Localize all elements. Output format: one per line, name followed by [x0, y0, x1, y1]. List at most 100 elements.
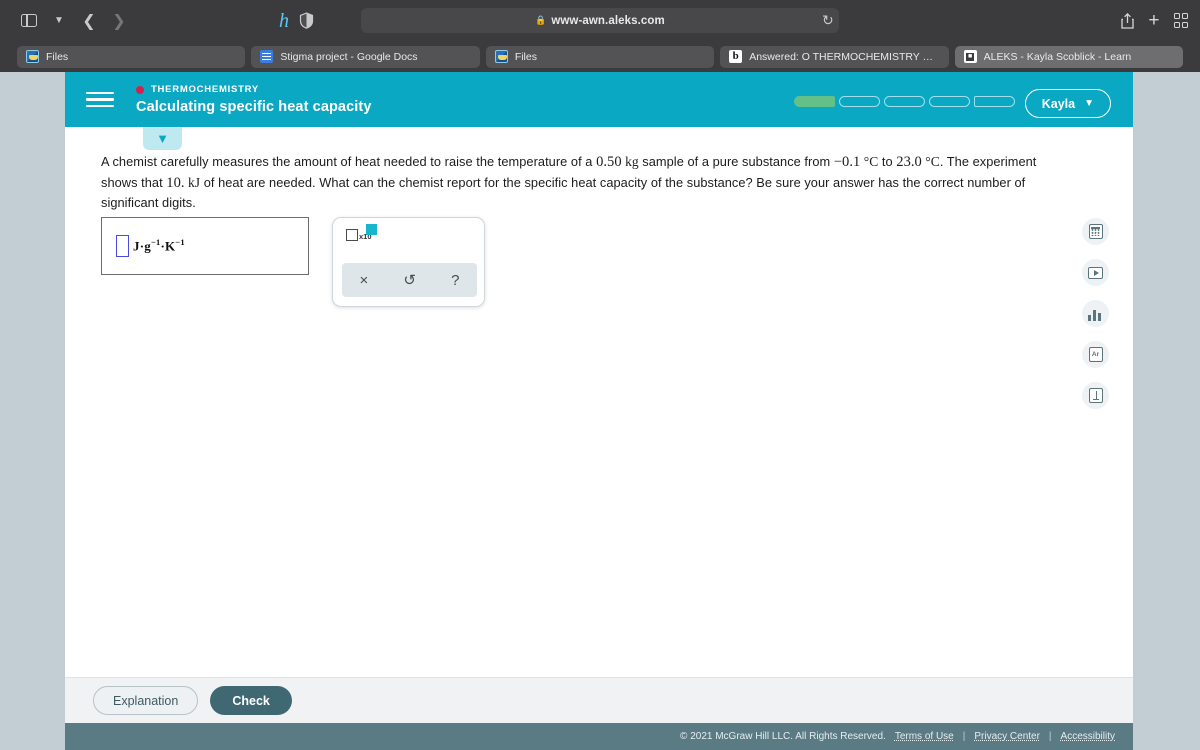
- question-text: A chemist carefully measures the amount …: [101, 152, 1061, 214]
- video-tool-button[interactable]: [1082, 259, 1109, 286]
- share-icon[interactable]: [1121, 12, 1135, 29]
- hamburger-menu-icon[interactable]: [86, 86, 114, 114]
- question-heat-unit: kJ: [188, 174, 201, 190]
- lock-icon: 🔒: [535, 15, 547, 25]
- question-heat-value: 10.: [166, 174, 185, 191]
- privacy-center-link[interactable]: Privacy Center: [974, 731, 1040, 742]
- footer-bar: © 2021 McGraw Hill LLC. All Rights Reser…: [65, 723, 1133, 750]
- chevron-down-icon: ▼: [156, 131, 169, 146]
- browser-toolbar: ▼ ❮ ❯ h 🔒 www-awn.aleks.com ↻ +: [0, 0, 1200, 41]
- video-player-icon: [1088, 266, 1103, 279]
- aleks-document: THERMOCHEMISTRY Calculating specific hea…: [65, 72, 1133, 750]
- unit-base: J·g: [133, 238, 151, 254]
- tab-title: Files: [46, 50, 69, 63]
- new-tab-icon[interactable]: +: [1148, 11, 1159, 30]
- browser-chrome: ▼ ❮ ❯ h 🔒 www-awn.aleks.com ↻ + Files St…: [0, 0, 1200, 72]
- reference-book-icon: [1088, 388, 1103, 403]
- question-temp-unit-2: °C: [925, 154, 940, 169]
- question-temp-start: −0.1: [833, 154, 861, 170]
- accessibility-link[interactable]: Accessibility: [1061, 731, 1115, 742]
- answer-input-field[interactable]: [116, 235, 129, 257]
- action-bar: Explanation Check: [65, 677, 1133, 723]
- shield-privacy-icon[interactable]: [299, 12, 314, 29]
- question-mass-unit: kg: [625, 154, 639, 169]
- calculator-tool-button[interactable]: [1082, 218, 1109, 245]
- aleks-header: THERMOCHEMISTRY Calculating specific hea…: [65, 72, 1133, 127]
- browser-tab-brainly[interactable]: b Answered: O THERMOCHEMISTRY Cal...: [720, 45, 949, 68]
- aleks-icon: ■: [963, 50, 977, 63]
- progress-segment: [974, 96, 1015, 107]
- page-viewport: THERMOCHEMISTRY Calculating specific hea…: [0, 72, 1200, 750]
- clear-button[interactable]: ×: [360, 273, 369, 288]
- answer-area: J·g−1·K−1 x10 × ↺ ?: [101, 217, 485, 307]
- help-button[interactable]: ?: [451, 273, 459, 288]
- scientific-notation-button[interactable]: x10: [346, 224, 377, 241]
- reference-tool-button[interactable]: [1082, 382, 1109, 409]
- browser-tab-aleks[interactable]: ■ ALEKS - Kayla Scoblick - Learn: [954, 45, 1184, 68]
- terms-of-use-link[interactable]: Terms of Use: [895, 731, 954, 742]
- check-button[interactable]: Check: [210, 686, 292, 715]
- header-titles: THERMOCHEMISTRY Calculating specific hea…: [136, 84, 372, 115]
- collapse-header-button[interactable]: ▼: [143, 127, 182, 150]
- sidebar-toggle-icon[interactable]: [14, 8, 44, 34]
- unit-exponent-2: −1: [175, 237, 185, 248]
- browser-tab-files-1[interactable]: Files: [17, 45, 246, 68]
- question-temp-unit-1: °C: [863, 154, 879, 169]
- data-tool-button[interactable]: [1082, 300, 1109, 327]
- topic-label: THERMOCHEMISTRY: [136, 84, 372, 95]
- periodic-table-tool-button[interactable]: Ar: [1082, 341, 1109, 368]
- tab-title: ALEKS - Kayla Scoblick - Learn: [983, 50, 1132, 63]
- hypothesis-extension-icon[interactable]: h: [279, 11, 289, 31]
- topic-text: THERMOCHEMISTRY: [151, 84, 260, 95]
- question-part-1: A chemist carefully measures the amount …: [101, 154, 597, 169]
- question-part-3: to: [878, 154, 897, 169]
- user-menu-button[interactable]: Kayla ▼: [1024, 89, 1111, 118]
- tool-action-bar: × ↺ ?: [342, 263, 477, 297]
- brainly-icon: b: [729, 50, 743, 63]
- finder-icon: [494, 50, 508, 63]
- answer-input-box[interactable]: J·g−1·K−1: [101, 217, 309, 275]
- progress-segment: [794, 96, 835, 107]
- sidebar-dropdown-chevron-icon[interactable]: ▼: [44, 8, 74, 34]
- browser-tab-files-2[interactable]: Files: [485, 45, 715, 68]
- tab-strip: Files Stigma project - Google Docs Files…: [0, 41, 1200, 72]
- mantissa-box-icon: [346, 229, 358, 241]
- topic-dot-icon: [136, 85, 144, 94]
- tab-overview-icon[interactable]: [1173, 13, 1188, 28]
- answer-units: J·g−1·K−1: [133, 237, 185, 254]
- question-temp-end: 23.0: [896, 154, 922, 170]
- copyright-text: © 2021 McGraw Hill LLC. All Rights Reser…: [680, 731, 886, 742]
- tab-title: Files: [514, 50, 537, 63]
- question-body: A chemist carefully measures the amount …: [101, 152, 1061, 214]
- calculator-icon: [1088, 224, 1103, 239]
- tab-title: Answered: O THERMOCHEMISTRY Cal...: [749, 50, 940, 63]
- progress-segment: [884, 96, 925, 107]
- footer-separator: |: [1048, 731, 1052, 742]
- tab-title: Stigma project - Google Docs: [280, 50, 418, 63]
- browser-tab-stigma-project[interactable]: Stigma project - Google Docs: [251, 45, 480, 68]
- question-part-5: of heat are needed. What can the chemist…: [101, 174, 1026, 211]
- side-tool-rail: Ar: [1082, 218, 1109, 409]
- progress-segment: [839, 96, 880, 107]
- bar-chart-icon: [1088, 307, 1103, 321]
- google-docs-icon: [260, 50, 274, 63]
- unit-mid: ·K: [160, 238, 176, 254]
- question-part-2: sample of a pure substance from: [638, 154, 834, 169]
- back-button-icon[interactable]: ❮: [74, 8, 104, 34]
- chevron-down-icon: ▼: [1084, 98, 1094, 109]
- explanation-button[interactable]: Explanation: [93, 686, 199, 715]
- url-text: www-awn.aleks.com: [551, 14, 665, 27]
- question-mass-value: 0.50: [596, 154, 622, 170]
- user-name: Kayla: [1041, 96, 1076, 111]
- finder-icon: [26, 50, 39, 63]
- address-bar[interactable]: 🔒 www-awn.aleks.com: [361, 8, 839, 33]
- progress-segment: [929, 96, 970, 107]
- reload-icon[interactable]: ↻: [822, 12, 834, 29]
- undo-button[interactable]: ↺: [403, 273, 416, 288]
- unit-exponent-1: −1: [150, 237, 161, 248]
- exponent-box-icon: [366, 224, 377, 235]
- answer-tool-panel: x10 × ↺ ?: [332, 217, 485, 307]
- progress-bar: [794, 96, 1015, 107]
- page-title: Calculating specific heat capacity: [136, 99, 372, 115]
- forward-button-icon[interactable]: ❯: [104, 8, 134, 34]
